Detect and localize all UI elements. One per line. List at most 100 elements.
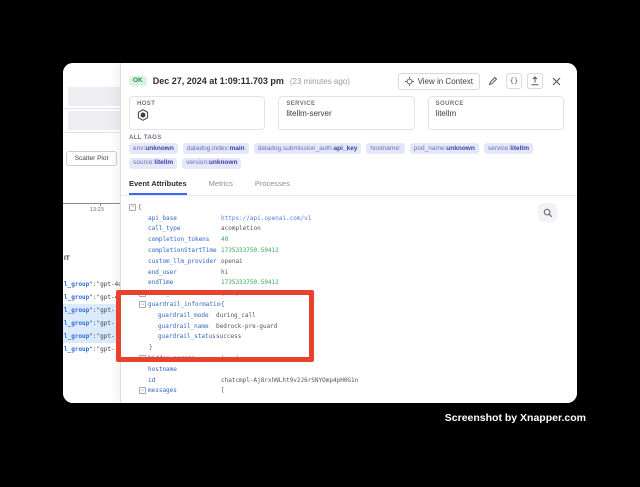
json-key: hidden_params [148, 355, 221, 362]
tag-pill[interactable]: datadog.index:main [183, 143, 249, 154]
background-json-list: l_group":"gpt-4ol_group":"gpt-4ol_group"… [63, 278, 120, 356]
event-attributes-json: −{api_basehttps://api.openai.com/v1call_… [129, 200, 573, 403]
divider [63, 132, 120, 133]
json-value: https://api.openai.com/v1 [221, 215, 311, 222]
tag-key: service: [488, 145, 510, 152]
json-value: [...] [221, 290, 239, 297]
attribute-row: endTime1735333750.50412 [129, 278, 573, 289]
toggle-expand-icon[interactable]: + [139, 290, 146, 297]
header-actions: View in Context {} [398, 73, 564, 90]
tag-key: source: [133, 159, 154, 166]
toggle-collapse-icon[interactable]: − [139, 301, 146, 308]
time-axis [63, 203, 120, 204]
tag-key: datadog.submission_auth: [258, 145, 334, 152]
background-json-row[interactable]: l_group":"gpt- [63, 304, 120, 317]
json-value-fragment: ":"gpt- [89, 346, 114, 353]
host-card-label: HOST [137, 101, 257, 107]
background-json-row[interactable]: l_group":"gpt- [63, 343, 120, 356]
divider [63, 108, 120, 109]
source-card-value: litellm [436, 109, 556, 118]
tags-list: env:unknown datadog.index:main datadog.sub… [129, 143, 564, 169]
tag-key: hostname: [370, 145, 400, 152]
tag-pill[interactable]: hostname: [366, 143, 404, 154]
json-key-fragment: l_group [64, 307, 89, 314]
json-value: 1735333750.50412 [221, 279, 279, 286]
json-key: api_base [148, 215, 221, 222]
tag-pill[interactable]: pod_name:unknown [410, 143, 479, 154]
view-in-context-button[interactable]: View in Context [398, 73, 480, 90]
json-value: bedrock-pre-guard [216, 323, 277, 330]
json-view-icon[interactable]: {} [506, 73, 522, 89]
attribute-row: guardrail_statussuccess [129, 332, 573, 343]
json-key-fragment: l_group [64, 281, 89, 288]
time-axis-tick [100, 203, 101, 206]
json-value: 40 [221, 236, 228, 243]
edit-icon[interactable] [485, 73, 501, 89]
background-json-row[interactable]: l_group":"gpt-4o [63, 278, 120, 291]
tag-value: unknown [446, 145, 475, 152]
attribute-row: −messages[ [129, 386, 573, 397]
service-card: SERVICE litellm-server [278, 96, 414, 130]
background-json-row[interactable]: l_group":"gpt-4o [63, 291, 120, 304]
time-axis-label: 13:23 [90, 207, 104, 213]
scatter-plot-button[interactable]: Scatter Plot [66, 151, 117, 166]
all-tags-label: ALL TAGS [129, 135, 162, 141]
json-key-fragment: l_group [64, 294, 89, 301]
status-badge: OK [129, 76, 147, 87]
tag-pill[interactable]: source:litellm [129, 158, 177, 169]
toggle-collapse-icon[interactable]: − [139, 387, 146, 394]
tag-key: datadog.index: [187, 145, 230, 152]
tag-pill[interactable]: datadog.submission_auth:api_key [254, 143, 362, 154]
json-value-fragment: ":"gpt-4o [89, 281, 120, 288]
event-detail-window: Scatter Plot 13:23 IT l_group":"gpt-4ol_… [63, 63, 577, 403]
skeleton-row [68, 87, 120, 106]
json-key: hostname [148, 366, 221, 373]
close-icon[interactable] [548, 73, 564, 89]
tag-pill[interactable]: version:unknown [182, 158, 241, 169]
skeleton-row [68, 111, 120, 130]
json-key: error_information [148, 290, 221, 297]
host-hexagon-icon[interactable] [137, 109, 257, 121]
tag-pill[interactable]: env:unknown [129, 143, 178, 154]
json-key: guardrail_status [158, 333, 216, 340]
attributes-list: −{api_basehttps://api.openai.com/v1call_… [129, 202, 573, 396]
tab-processes[interactable]: Processes [255, 179, 290, 195]
toggle-collapse-icon[interactable]: − [129, 204, 136, 211]
export-icon[interactable] [527, 73, 543, 89]
host-card: HOST [129, 96, 265, 130]
json-open-bracket: [ [221, 387, 225, 394]
screenshot-stage: Scatter Plot 13:23 IT l_group":"gpt-4ol_… [0, 0, 640, 487]
attribute-row: −guardrail_information{ [129, 299, 573, 310]
json-key: completion_tokens [148, 236, 221, 243]
json-key-fragment: l_group [64, 346, 89, 353]
toggle-expand-icon[interactable]: + [139, 355, 146, 362]
attribute-row: call_typeacompletion [129, 224, 573, 235]
tag-pill[interactable]: service:litellm [484, 143, 533, 154]
service-card-label: SERVICE [286, 101, 406, 107]
json-key: guardrail_mode [158, 312, 216, 319]
attribute-row: guardrail_modeduring_call [129, 310, 573, 321]
json-key: guardrail_name [158, 323, 216, 330]
json-key-fragment: l_group [64, 320, 89, 327]
search-icon[interactable] [538, 203, 557, 222]
attribute-row: +error_information[...] [129, 288, 573, 299]
json-value: success [216, 333, 241, 340]
scope-icon [405, 77, 414, 86]
tag-value: litellm [154, 159, 173, 166]
tab-event-attributes[interactable]: Event Attributes [129, 179, 187, 195]
json-value: openai [221, 258, 243, 265]
background-json-row[interactable]: l_group":"gpt- [63, 330, 120, 343]
attribute-row: +hidden_params[...] [129, 353, 573, 364]
json-key: end_user [148, 269, 221, 276]
json-value-fragment: ":"gpt-4o [89, 294, 120, 301]
attribute-row: guardrail_namebedrock-pre-guard [129, 321, 573, 332]
json-open-bracket: { [138, 204, 142, 211]
json-key: id [148, 377, 221, 384]
json-value: chatcmpl-Aj8rxhNLht9v2J6rSNYOmp4pH0G1n [221, 377, 358, 384]
json-value-fragment: ":"gpt- [89, 307, 114, 314]
background-json-row[interactable]: l_group":"gpt- [63, 317, 120, 330]
json-open-bracket: { [221, 301, 225, 308]
tab-metrics[interactable]: Metrics [209, 179, 233, 195]
attribute-row: custom_llm_provideropenai [129, 256, 573, 267]
json-key: guardrail_information [148, 301, 221, 308]
